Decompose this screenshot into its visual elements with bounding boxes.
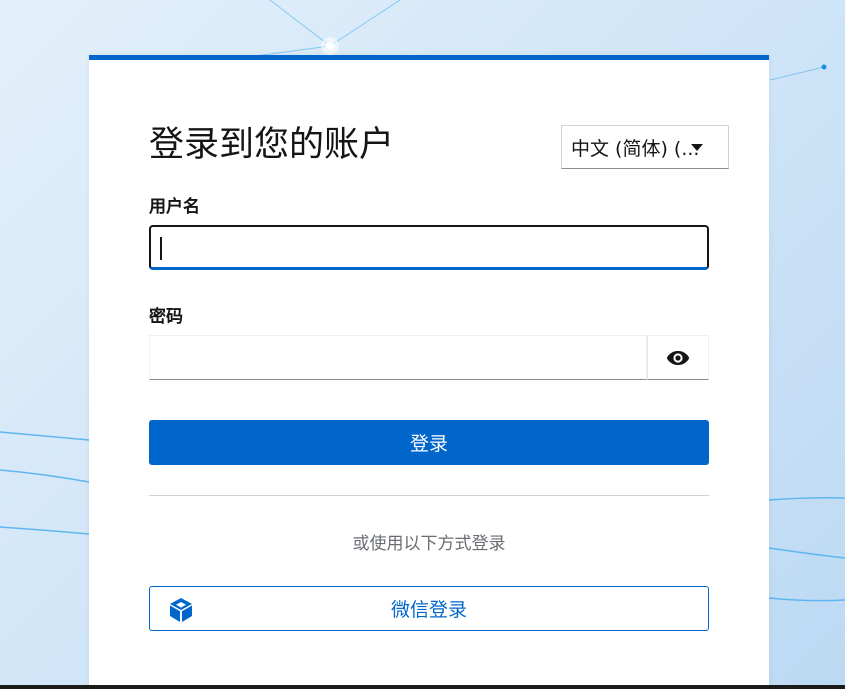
password-input[interactable] (149, 335, 647, 380)
password-group (149, 335, 709, 380)
page-title: 登录到您的账户 (149, 125, 395, 165)
wechat-login-button[interactable]: 微信登录 (149, 586, 709, 631)
divider (149, 495, 709, 496)
language-select[interactable]: 中文 (简体) (... (561, 125, 729, 169)
eye-icon (666, 350, 690, 365)
caret-down-icon (691, 144, 703, 151)
password-label: 密码 (149, 307, 183, 327)
alternative-login-text: 或使用以下方式登录 (352, 534, 506, 554)
username-input[interactable] (149, 225, 709, 270)
language-select-value: 中文 (简体) (... (571, 137, 700, 160)
show-password-button[interactable] (647, 335, 709, 380)
username-label: 用户名 (149, 197, 200, 217)
cube-icon (170, 598, 192, 622)
bottom-bar (0, 685, 845, 689)
login-card: 登录到您的账户 中文 (简体) (... 用户名 密码 登录 或使用以下方式登录… (89, 55, 769, 689)
login-button[interactable]: 登录 (149, 420, 709, 465)
wechat-login-label: 微信登录 (390, 599, 467, 621)
text-cursor (160, 237, 162, 260)
